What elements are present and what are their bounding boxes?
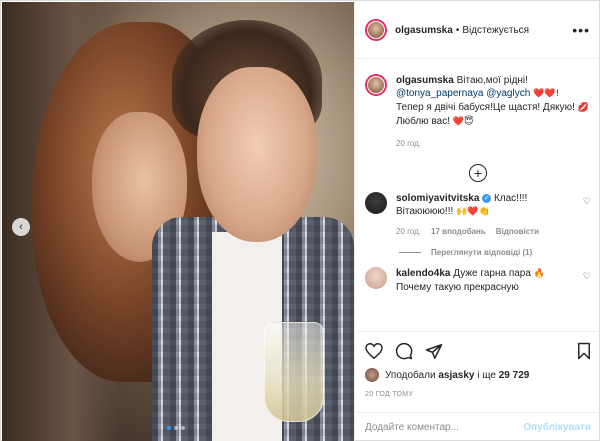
emoji: 🙌❤️👏 (456, 207, 490, 217)
avatar[interactable] (365, 19, 387, 41)
share-icon[interactable] (425, 343, 443, 360)
chevron-left-icon[interactable]: ‹ (12, 218, 30, 236)
comment-heart-icon[interactable]: ♡ (583, 271, 591, 282)
bookmark-icon[interactable] (577, 342, 591, 360)
liked-by-and: і ще (477, 369, 496, 381)
post-header: olgasumska • Відстежується ••• (355, 2, 600, 59)
mention-link[interactable]: @yaglych (486, 88, 530, 99)
comment-text: kalendo4ka Дуже гарна пара 🔥 Почему таку… (396, 267, 576, 294)
carousel-dot (181, 426, 185, 430)
comment-heart-icon[interactable]: ♡ (583, 196, 591, 207)
caption-text-1: Вітаю,мої рідні! (456, 75, 528, 86)
liked-by: Уподобали asjasky і ще 29 729 (365, 368, 591, 382)
photo-man-face (197, 67, 317, 242)
avatar[interactable] (365, 192, 387, 214)
comment-username[interactable]: solomiyavitvitska (396, 193, 479, 204)
likes-count[interactable]: 29 729 (499, 370, 530, 381)
comment-item: solomiyavitvitska ✓ Клас!!!! Вітаюююю!!!… (355, 182, 600, 238)
carousel-dot (174, 426, 178, 430)
caption: olgasumska Вітаю,мої рідні! @tonya_paper… (355, 60, 600, 150)
avatar[interactable] (365, 368, 379, 382)
avatar[interactable] (365, 267, 387, 289)
post-dialog: ‹ olgasumska • Відстежується ••• olgasum… (0, 0, 600, 441)
liked-by-user[interactable]: asjasky (438, 370, 474, 381)
liked-by-prefix: Уподобали (385, 369, 436, 381)
caption-text-2: Тепер я двічі бабуся!Це щастя! Дякую! (396, 102, 575, 113)
heart-icon[interactable] (365, 343, 383, 359)
comment-meta: 20 год. 17 вподобань Відповісти (396, 225, 576, 238)
comment-input[interactable] (365, 421, 524, 433)
avatar[interactable] (365, 74, 387, 96)
caption-username[interactable]: olgasumska (396, 75, 454, 86)
post-actions: Уподобали asjasky і ще 29 729 20 ГОД ТОМ… (355, 331, 600, 398)
post-photo[interactable]: ‹ (2, 2, 354, 441)
comment-time: 20 год. (396, 227, 422, 236)
header-separator: • (455, 24, 460, 36)
add-comment-bar: Опублікувати (355, 412, 600, 441)
follow-status[interactable]: Відстежується (462, 25, 529, 36)
plus-circle-icon[interactable]: + (469, 164, 487, 182)
carousel-dot-active (167, 426, 171, 430)
post-username[interactable]: olgasumska (395, 25, 453, 36)
mention-link[interactable]: @tonya_papernaya (396, 88, 483, 99)
emoji: 💋 (577, 103, 589, 113)
emoji: 🔥 (533, 269, 545, 279)
view-replies[interactable]: Переглянути відповіді (1) (399, 248, 600, 257)
photo-wine-glass (264, 322, 324, 422)
verified-icon: ✓ (482, 193, 492, 203)
reply-button[interactable]: Відповісти (496, 225, 539, 238)
comment-username[interactable]: kalendo4ka (396, 268, 450, 279)
post-time[interactable]: 20 ГОД ТОМУ (365, 391, 591, 398)
emoji: ❤️❤️! (533, 89, 560, 99)
caption-text: olgasumska Вітаю,мої рідні! @tonya_paper… (396, 74, 591, 150)
carousel-dots (167, 426, 185, 430)
comment-body: Дуже гарна пара (453, 268, 531, 279)
comments-list[interactable]: olgasumska Вітаю,мої рідні! @tonya_paper… (355, 60, 600, 330)
comment-body-2: Почему такую прекрасную (396, 282, 519, 293)
comment-item: kalendo4ka Дуже гарна пара 🔥 Почему таку… (355, 257, 600, 294)
comment-icon[interactable] (395, 342, 413, 360)
post-side-panel: olgasumska • Відстежується ••• olgasumsk… (354, 2, 600, 441)
caption-time: 20 год. (396, 139, 422, 148)
view-replies-label[interactable]: Переглянути відповіді (1) (431, 248, 532, 257)
replies-divider (399, 252, 421, 253)
emoji: ❤️😇 (452, 117, 474, 127)
comment-text: solomiyavitvitska ✓ Клас!!!! Вітаюююю!!!… (396, 192, 576, 238)
publish-button[interactable]: Опублікувати (523, 422, 591, 433)
action-icons (365, 340, 591, 362)
more-options-icon[interactable]: ••• (572, 22, 590, 38)
caption-text-3: Люблю вас! (396, 116, 450, 127)
comment-likes[interactable]: 17 вподобань (431, 225, 486, 238)
